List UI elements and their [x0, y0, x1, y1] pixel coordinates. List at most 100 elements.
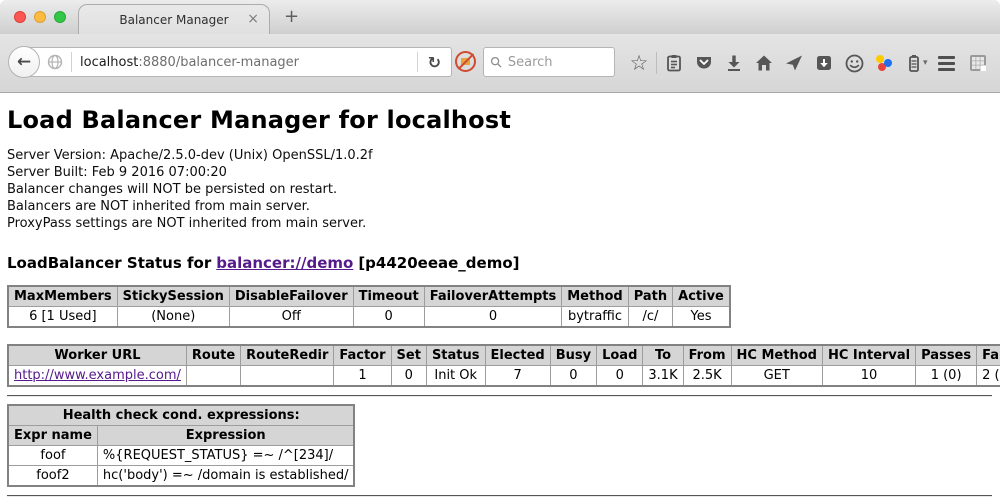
reload-icon[interactable]: ↻: [428, 53, 441, 72]
url-path: :8880/balancer-manager: [138, 55, 299, 70]
status-suffix: [p4420eeae_demo]: [358, 254, 519, 272]
pocket-icon[interactable]: [689, 47, 719, 79]
server-version-line: Server Version: Apache/2.5.0-dev (Unix) …: [7, 147, 1000, 164]
back-button[interactable]: ←: [8, 46, 40, 78]
table-title-row: Health check cond. expressions:: [8, 405, 354, 426]
cell-from: 2.5K: [683, 366, 731, 387]
cell-load: 0: [597, 366, 643, 387]
url-text: localhost:8880/balancer-manager: [80, 55, 409, 70]
inherit-note-line: Balancers are NOT inherited from main se…: [7, 198, 1000, 215]
cell-maxmembers: 6 [1 Used]: [8, 307, 117, 328]
search-icon: [490, 55, 502, 69]
url-separator: [71, 52, 72, 72]
cell-busy: 0: [550, 366, 596, 387]
server-built-line: Server Built: Feb 9 2016 07:00:20: [7, 164, 1000, 181]
plugin-blocked-icon[interactable]: [455, 51, 476, 72]
cell-expr-name: foof: [8, 446, 97, 466]
search-input[interactable]: [508, 55, 608, 70]
cell-expression: hc('body') =~ /domain is established/: [97, 466, 354, 487]
cell-failoverattempts: 0: [424, 307, 562, 328]
cell-routeredir: [241, 366, 334, 387]
page-title: Load Balancer Manager for localhost: [7, 93, 1000, 134]
minimize-window-button[interactable]: [34, 11, 46, 23]
window-titlebar: Balancer Manager × +: [0, 0, 1000, 34]
col-passes: Passes: [916, 345, 977, 366]
col-expression: Expression: [97, 426, 354, 446]
cell-hc-method: GET: [731, 366, 822, 387]
browser-tab[interactable]: Balancer Manager ×: [78, 4, 270, 34]
cell-expression: %{REQUEST_STATUS} =~ /^[234]/: [97, 446, 354, 466]
menu-icon[interactable]: [938, 56, 955, 71]
col-factor: Factor: [334, 345, 391, 366]
cell-route: [186, 366, 240, 387]
reading-list-icon[interactable]: [659, 47, 689, 79]
table-row: foof2 hc('body') =~ /domain is establish…: [8, 466, 354, 487]
page-content: Load Balancer Manager for localhost Serv…: [0, 93, 1000, 490]
cell-timeout: 0: [353, 307, 424, 328]
cell-fails: 2 (0): [977, 366, 1000, 387]
loadbalancer-status-heading: LoadBalancer Status for balancer://demo [p…: [7, 254, 1000, 272]
overflow-caret-icon[interactable]: ▾: [923, 58, 928, 68]
col-active: Active: [673, 286, 730, 307]
col-expr-name: Expr name: [8, 426, 97, 446]
col-set: Set: [391, 345, 426, 366]
cell-stickysession: (None): [117, 307, 229, 328]
dots-cluster: [875, 54, 893, 72]
status-prefix: LoadBalancer Status for: [7, 254, 211, 272]
cell-elected: 7: [485, 366, 550, 387]
cell-method: bytraffic: [562, 307, 628, 328]
cell-active: Yes: [673, 307, 730, 328]
toolbar-icons: ☆: [624, 46, 993, 80]
col-status: Status: [426, 345, 485, 366]
tiles-page-icon[interactable]: [963, 47, 993, 79]
table-header-row: Expr name Expression: [8, 426, 354, 446]
col-maxmembers: MaxMembers: [8, 286, 117, 307]
table-header-row: Worker URL Route RouteRedir Factor Set S…: [8, 345, 1000, 366]
cell-worker-url: http://www.example.com/: [8, 366, 186, 387]
worker-url-link[interactable]: http://www.example.com/: [14, 368, 181, 383]
cell-set: 0: [391, 366, 426, 387]
tab-title: Balancer Manager: [119, 13, 228, 27]
url-domain: localhost: [80, 55, 138, 70]
col-route: Route: [186, 345, 240, 366]
balancer-demo-link[interactable]: balancer://demo: [216, 254, 353, 272]
col-hc-method: HC Method: [731, 345, 822, 366]
star-glyph: ☆: [630, 53, 649, 73]
download-icon[interactable]: [719, 47, 749, 79]
send-plane-icon[interactable]: [779, 47, 809, 79]
table-row: http://www.example.com/ 1 0 Init Ok 7 0 …: [8, 366, 1000, 387]
health-table-title: Health check cond. expressions:: [8, 405, 354, 426]
col-timeout: Timeout: [353, 286, 424, 307]
col-failoverattempts: FailoverAttempts: [424, 286, 562, 307]
cell-hc-interval: 10: [822, 366, 915, 387]
col-fails: Fails: [977, 345, 1000, 366]
new-tab-button[interactable]: +: [284, 6, 299, 27]
url-bar[interactable]: localhost:8880/balancer-manager ↻: [26, 47, 452, 77]
search-box[interactable]: [483, 47, 615, 77]
col-method: Method: [562, 286, 628, 307]
section-divider: [7, 395, 992, 397]
worker-status-table: Worker URL Route RouteRedir Factor Set S…: [7, 344, 1000, 387]
table-row: foof %{REQUEST_STATUS} =~ /^[234]/: [8, 446, 354, 466]
cell-passes: 1 (0): [916, 366, 977, 387]
close-tab-icon[interactable]: ×: [247, 11, 259, 27]
colored-dots-extension-icon[interactable]: [869, 47, 899, 79]
home-icon[interactable]: [749, 47, 779, 79]
close-window-button[interactable]: [14, 11, 26, 23]
url-separator: [417, 52, 418, 72]
col-routeredir: RouteRedir: [241, 345, 334, 366]
table-header-row: MaxMembers StickySession DisableFailover…: [8, 286, 730, 307]
col-elected: Elected: [485, 345, 550, 366]
col-load: Load: [597, 345, 643, 366]
smiley-icon[interactable]: [839, 47, 869, 79]
col-hc-interval: HC Interval: [822, 345, 915, 366]
cell-path: /c/: [628, 307, 672, 328]
zoom-window-button[interactable]: [54, 11, 66, 23]
col-path: Path: [628, 286, 672, 307]
cell-factor: 1: [334, 366, 391, 387]
bookmark-star-icon[interactable]: ☆: [624, 47, 654, 79]
video-download-icon[interactable]: [809, 47, 839, 79]
col-busy: Busy: [550, 345, 596, 366]
balancer-settings-table: MaxMembers StickySession DisableFailover…: [7, 285, 731, 328]
server-info: Server Version: Apache/2.5.0-dev (Unix) …: [7, 147, 1000, 232]
